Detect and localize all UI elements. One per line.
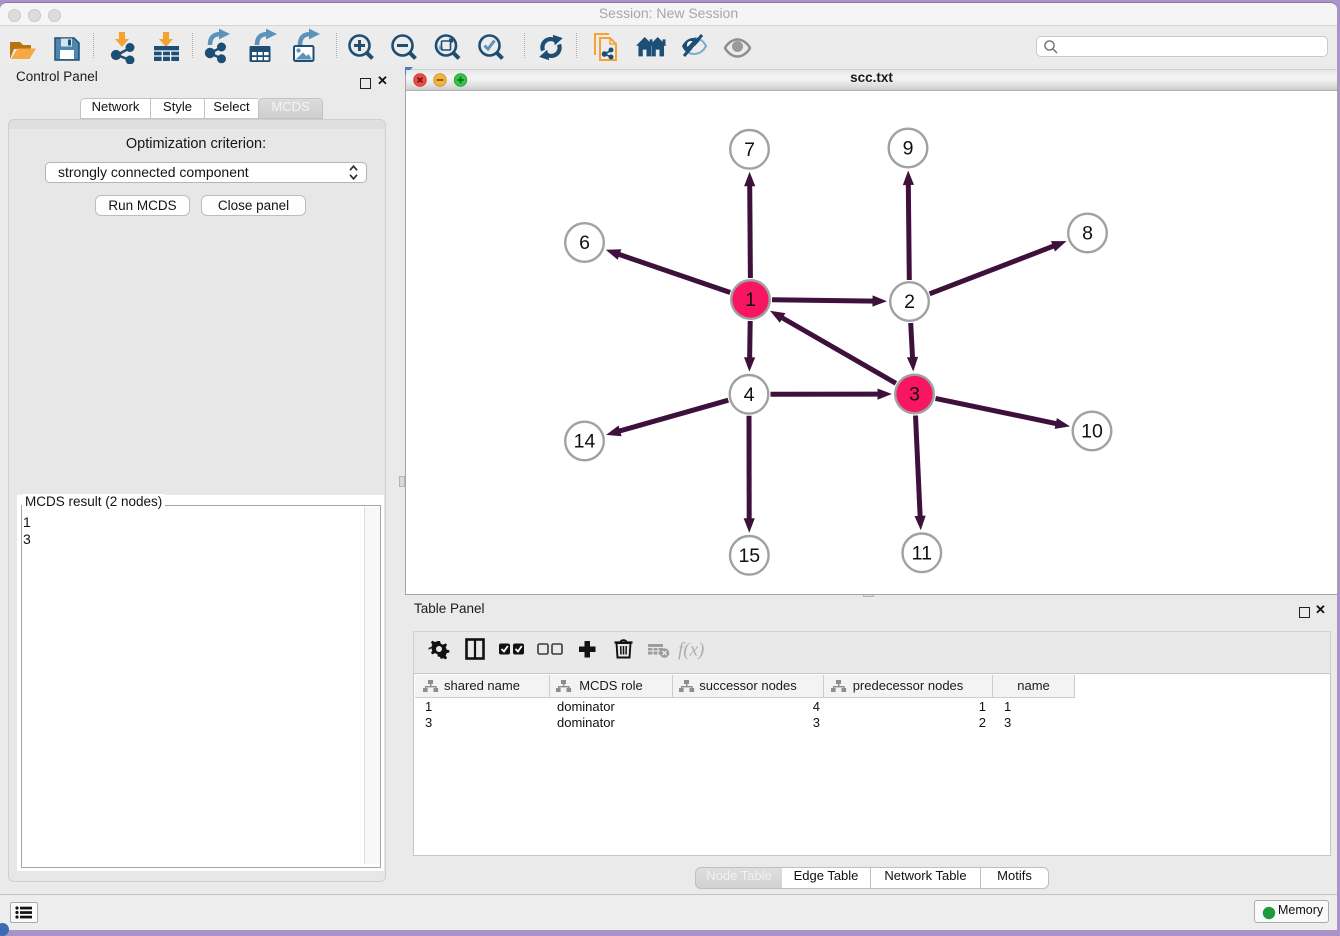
- svg-text:2: 2: [904, 291, 915, 313]
- svg-text:f(x): f(x): [678, 640, 704, 661]
- svg-text:11: 11: [912, 542, 932, 564]
- svg-text:6: 6: [579, 232, 590, 254]
- svg-text:8: 8: [1082, 223, 1093, 245]
- svg-text:3: 3: [909, 384, 920, 406]
- svg-text:9: 9: [903, 138, 914, 160]
- svg-text:10: 10: [1081, 421, 1103, 443]
- svg-text:4: 4: [744, 384, 755, 406]
- svg-text:15: 15: [738, 545, 760, 567]
- svg-text:7: 7: [744, 139, 755, 161]
- svg-text:14: 14: [574, 431, 596, 453]
- svg-text:1: 1: [745, 289, 756, 311]
